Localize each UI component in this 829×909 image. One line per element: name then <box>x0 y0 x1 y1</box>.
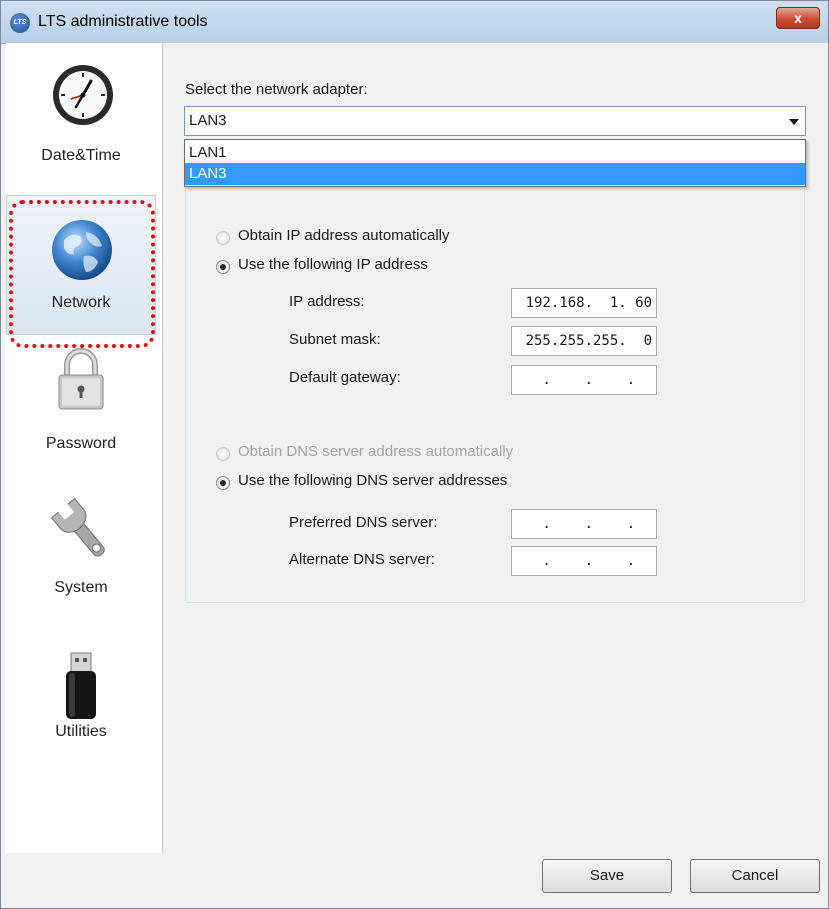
ip-address-field[interactable]: 192.168. 1. 60 <box>511 288 657 318</box>
chevron-down-icon[interactable] <box>789 119 799 125</box>
dns-auto-radio[interactable] <box>216 447 230 461</box>
settings-group-box <box>185 183 805 603</box>
adapter-select-value: LAN3 <box>189 112 227 129</box>
adapter-label: Select the network adapter: <box>185 81 368 98</box>
dns-manual-label[interactable]: Use the following DNS server addresses <box>238 472 507 489</box>
sidebar-item-label: System <box>54 579 108 596</box>
sidebar-item-password[interactable]: Password <box>6 337 156 477</box>
app-window: LTS LTS administrative tools x Date&Time <box>0 0 829 909</box>
clock-icon <box>53 65 113 125</box>
adapter-dropdown-list[interactable]: LAN1 LAN3 <box>184 139 806 187</box>
adapter-option-lan3[interactable]: LAN3 <box>185 163 805 185</box>
title-bar[interactable]: LTS LTS administrative tools x <box>1 1 828 44</box>
subnet-mask-field[interactable]: 255.255.255. 0 <box>511 326 657 356</box>
alternate-dns-field[interactable]: . . . <box>511 546 657 576</box>
window-title: LTS administrative tools <box>38 13 208 30</box>
adapter-select[interactable]: LAN3 <box>184 106 806 136</box>
sidebar-item-label: Date&Time <box>41 147 121 164</box>
ip-auto-radio[interactable] <box>216 231 230 245</box>
save-button[interactable]: Save <box>542 859 672 893</box>
dns-manual-radio[interactable] <box>216 476 230 490</box>
alternate-dns-label: Alternate DNS server: <box>289 551 435 568</box>
adapter-option-lan1[interactable]: LAN1 <box>185 142 805 164</box>
subnet-mask-label: Subnet mask: <box>289 331 381 348</box>
dns-auto-label[interactable]: Obtain DNS server address automatically <box>238 443 513 460</box>
sidebar-item-system[interactable]: System <box>6 483 156 623</box>
ip-auto-label[interactable]: Obtain IP address automatically <box>238 227 450 244</box>
default-gateway-label: Default gateway: <box>289 369 401 386</box>
close-button[interactable]: x <box>776 7 820 29</box>
sidebar-item-utilities[interactable]: Utilities <box>6 627 156 767</box>
usb-drive-icon <box>66 652 96 719</box>
preferred-dns-label: Preferred DNS server: <box>289 514 438 531</box>
network-settings-panel: Select the network adapter: LAN3 LAN1 LA… <box>163 43 828 853</box>
sidebar-item-datetime[interactable]: Date&Time <box>6 43 156 183</box>
sidebar: Date&Time Network Password System Utilit… <box>6 43 163 853</box>
padlock-icon <box>58 348 104 410</box>
ip-manual-label[interactable]: Use the following IP address <box>238 256 428 273</box>
preferred-dns-field[interactable]: . . . <box>511 509 657 539</box>
default-gateway-field[interactable]: . . . <box>511 365 657 395</box>
network-highlight-marker <box>9 200 155 348</box>
sidebar-item-label: Password <box>45 435 117 452</box>
cancel-button[interactable]: Cancel <box>690 859 820 893</box>
ip-manual-radio[interactable] <box>216 260 230 274</box>
ip-address-label: IP address: <box>289 293 365 310</box>
app-logo-icon: LTS <box>10 13 30 33</box>
wrench-icon <box>50 497 105 557</box>
sidebar-item-label: Utilities <box>55 723 107 740</box>
